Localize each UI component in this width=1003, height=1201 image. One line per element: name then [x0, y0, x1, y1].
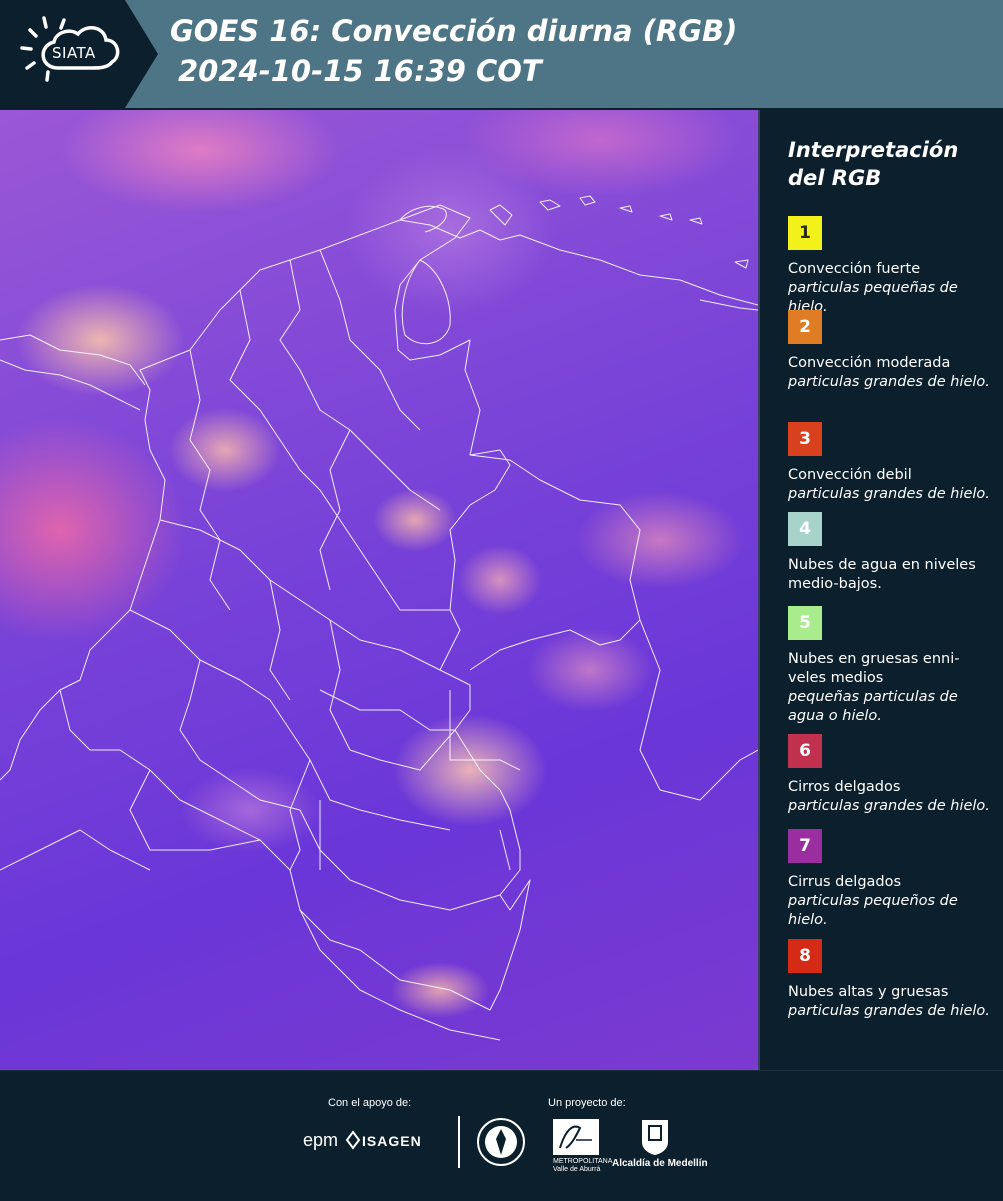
university-seal-icon [477, 1118, 525, 1166]
legend-swatch: 6 [788, 734, 822, 768]
area-metropolitana-text: METROPOLITANA Valle de Aburrá [553, 1158, 612, 1173]
legend-item-3: 3 Convección debil particulas grandes de… [788, 422, 993, 504]
country-borders-overlay [0, 195, 758, 1041]
legend-sub: particulas pequeños de hielo. [788, 893, 958, 928]
legend-label: Convección debil [788, 467, 912, 483]
legend-item-1: 1 Convección fuerte particulas pequeñas … [788, 216, 993, 317]
legend-label: Nubes de agua en niveles medio-bajos. [788, 557, 976, 592]
legend-label: Nubes altas y gruesas [788, 984, 949, 1000]
legend-title: Interpretación del RGB [788, 138, 959, 190]
isagen-logo: ISAGEN [362, 1133, 422, 1149]
legend-item-7: 7 Cirrus delgados particulas pequeños de… [788, 829, 993, 930]
legend-label: Convección moderada [788, 355, 951, 371]
legend-sub: particulas grandes de hielo. [788, 1003, 990, 1019]
area-metropolitana-logo-icon [553, 1119, 599, 1155]
legend-label: Nubes en gruesas enni-veles medios [788, 651, 960, 686]
legend-sub: particulas grandes de hielo. [788, 486, 990, 502]
siata-logo: SIATA [0, 0, 158, 108]
legend-sub: particulas grandes de hielo. [788, 374, 990, 390]
legend-swatch: 5 [788, 606, 822, 640]
legend-item-8: 8 Nubes altas y gruesas particulas grand… [788, 939, 993, 1021]
siata-logo-text: SIATA [52, 44, 96, 62]
legend-item-6: 6 Cirros delgados particulas grandes de … [788, 734, 993, 816]
isagen-mark-icon [345, 1130, 361, 1150]
legend-sub: particulas grandes de hielo. [788, 798, 990, 814]
legend-item-2: 2 Convección moderada particulas grandes… [788, 310, 993, 392]
page-title: GOES 16: Convección diurna (RGB) [170, 14, 738, 48]
epm-logo: epm [303, 1130, 339, 1150]
page-timestamp: 2024-10-15 16:39 COT [178, 54, 542, 88]
footer-divider [458, 1116, 460, 1168]
medellin-shield-icon [642, 1120, 668, 1155]
map-divider [758, 110, 760, 1070]
legend-item-5: 5 Nubes en gruesas enni-veles medios peq… [788, 606, 993, 726]
legend-swatch: 4 [788, 512, 822, 546]
legend-sub: pequeñas particulas de agua o hielo. [788, 689, 958, 724]
legend-swatch: 3 [788, 422, 822, 456]
legend-swatch: 1 [788, 216, 822, 250]
header-bar: SIATA GOES 16: Convección diurna (RGB) 2… [0, 0, 1003, 108]
legend-label: Cirros delgados [788, 779, 901, 795]
legend-swatch: 2 [788, 310, 822, 344]
alcaldia-medellin-label: Alcaldía de Medellín [612, 1158, 708, 1169]
legend-label: Convección fuerte [788, 261, 921, 277]
legend-swatch: 8 [788, 939, 822, 973]
support-label: Con el apoyo de: [328, 1097, 412, 1109]
legend-swatch: 7 [788, 829, 822, 863]
legend-item-4: 4 Nubes de agua en niveles medio-bajos. [788, 512, 993, 594]
legend-label: Cirrus delgados [788, 874, 902, 890]
satellite-rgb-image [0, 110, 758, 1070]
project-label: Un proyecto de: [548, 1097, 626, 1109]
